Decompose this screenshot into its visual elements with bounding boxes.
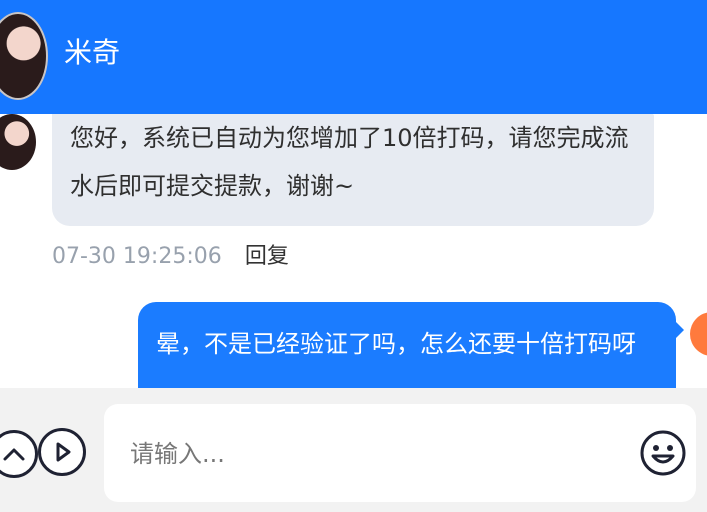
input-bar: 请输入... [0,388,707,512]
reply-button[interactable]: 回复 [245,244,289,269]
chat-header: 米奇 [0,0,707,114]
message-list[interactable]: 您好，系统已自动为您增加了10倍打码，请您完成流水后即可提交提款，谢谢~ 07-… [0,114,707,388]
self-avatar[interactable] [690,312,707,356]
contact-avatar[interactable] [0,12,48,100]
incoming-message-bubble: 您好，系统已自动为您增加了10倍打码，请您完成流水后即可提交提款，谢谢~ [52,114,654,226]
incoming-avatar[interactable] [0,114,36,170]
outgoing-message-text: 晕，不是已经验证了吗，怎么还要十倍打码呀 [156,330,636,358]
incoming-message-text: 您好，系统已自动为您增加了10倍打码，请您完成流水后即可提交提款，谢谢~ [70,124,629,200]
message-meta-row: 07-30 19:25:06 回复 [52,238,289,269]
chevron-up-icon[interactable] [0,430,38,478]
outgoing-message-bubble: 晕，不是已经验证了吗，怎么还要十倍打码呀 [138,302,684,388]
emoji-icon[interactable] [638,428,688,478]
message-input[interactable]: 请输入... [104,404,696,502]
message-timestamp: 07-30 19:25:06 [52,244,222,269]
chat-title: 米奇 [64,36,121,69]
play-icon[interactable] [38,428,86,476]
message-input-placeholder: 请输入... [130,440,225,468]
